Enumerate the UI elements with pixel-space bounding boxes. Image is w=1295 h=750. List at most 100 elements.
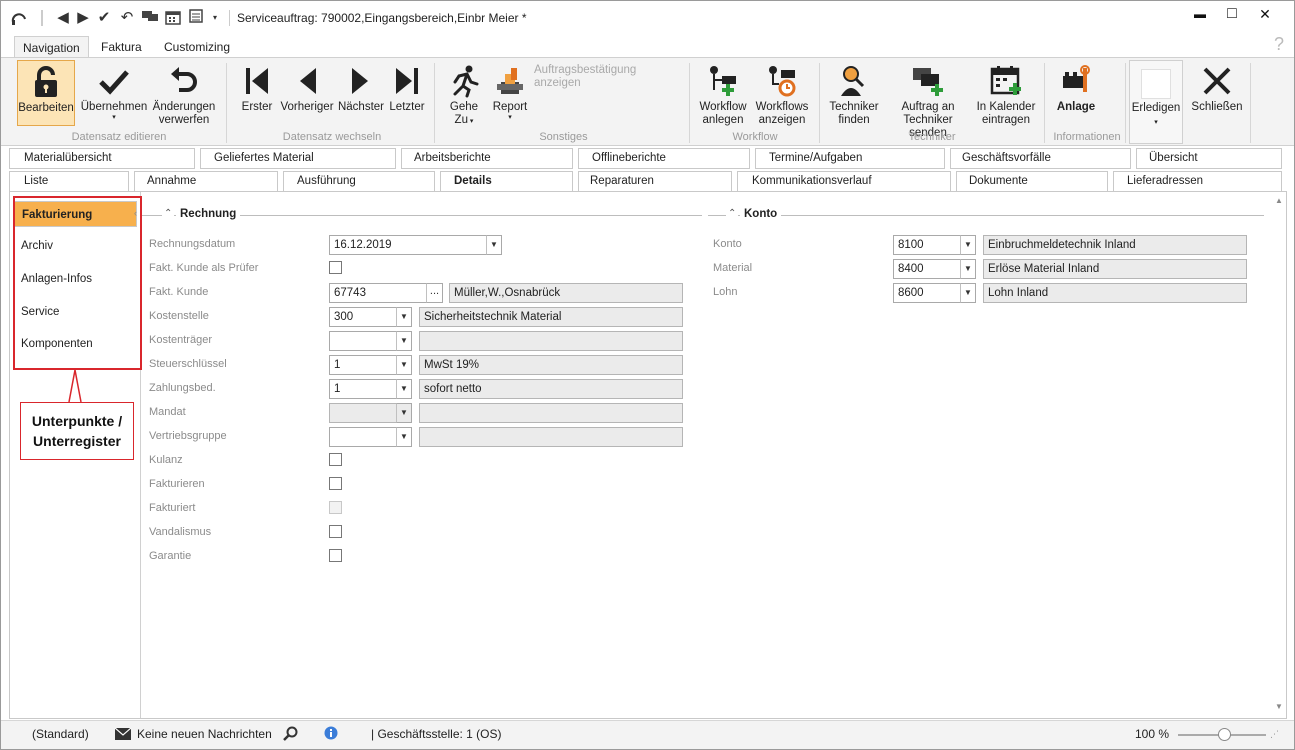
info-icon[interactable] bbox=[324, 726, 338, 743]
tab-dokumente[interactable]: Dokumente bbox=[956, 171, 1108, 192]
minimize-button[interactable]: ▬ bbox=[1191, 5, 1209, 23]
fakt-kunde-pruefer-checkbox[interactable] bbox=[329, 261, 342, 274]
resize-grip-icon[interactable]: ⋰ bbox=[1270, 729, 1279, 740]
anlage-button[interactable]: Anlage bbox=[1053, 60, 1099, 114]
material-field[interactable]: 8400 bbox=[893, 259, 961, 279]
erledigen-button[interactable]: Erledigen ▾ bbox=[1129, 60, 1183, 144]
konto-field[interactable]: 8100 bbox=[893, 235, 961, 255]
steuerschluessel-label: Steuerschlüssel bbox=[149, 358, 227, 370]
erster-button[interactable]: Erster bbox=[239, 60, 275, 114]
vertical-scrollbar[interactable]: ▲ ▼ bbox=[1273, 192, 1286, 718]
letzter-button[interactable]: Letzter bbox=[387, 60, 427, 114]
tab-kommunikationsverlauf[interactable]: Kommunikationsverlauf bbox=[737, 171, 951, 192]
tab-reparaturen[interactable]: Reparaturen bbox=[578, 171, 732, 192]
calendar-icon[interactable] bbox=[164, 9, 182, 27]
tab-offlineberichte[interactable]: Offlineberichte bbox=[578, 148, 750, 169]
kulanz-checkbox[interactable] bbox=[329, 453, 342, 466]
in-kalender-eintragen-button[interactable]: In Kalender eintragen bbox=[975, 60, 1037, 127]
steuerschluessel-field[interactable]: 1 bbox=[329, 355, 397, 375]
workflow-anlegen-button[interactable]: Workflow anlegen bbox=[697, 60, 749, 127]
tab-ausfuehrung[interactable]: Ausführung bbox=[283, 171, 435, 192]
vertriebsgruppe-dropdown-button[interactable]: ▼ bbox=[396, 427, 412, 447]
back-icon[interactable]: ◀ bbox=[56, 9, 70, 27]
erledigen-label: Erledigen bbox=[1131, 102, 1181, 114]
tab-uebersicht[interactable]: Übersicht bbox=[1136, 148, 1282, 169]
subtab-archiv[interactable]: Archiv bbox=[13, 233, 137, 259]
fakt-kunde-lookup-button[interactable]: ... bbox=[426, 283, 443, 303]
garantie-checkbox[interactable] bbox=[329, 549, 342, 562]
close-x-icon bbox=[1200, 64, 1234, 98]
kostentraeger-field[interactable] bbox=[329, 331, 397, 351]
date-dropdown-button[interactable]: ▼ bbox=[486, 235, 502, 255]
tab-navigation[interactable]: Navigation bbox=[14, 36, 89, 58]
vorheriger-label: Vorheriger bbox=[280, 101, 334, 113]
tab-geschaeftsvorfaelle[interactable]: Geschäftsvorfälle bbox=[950, 148, 1131, 169]
auftragsbestaetigung-button[interactable]: Auftragsbestätigung anzeigen bbox=[534, 64, 684, 90]
mandat-dropdown-button[interactable]: ▼ bbox=[396, 403, 412, 423]
checkmark-icon bbox=[97, 64, 131, 98]
search-icon[interactable] bbox=[283, 726, 298, 744]
close-window-button[interactable]: ✕ bbox=[1256, 5, 1274, 23]
messages-icon[interactable] bbox=[141, 9, 159, 27]
fakt-kunde-field[interactable]: 67743 bbox=[329, 283, 427, 303]
lohn-label: Lohn bbox=[713, 286, 738, 298]
save-check-icon[interactable]: ✔ bbox=[96, 9, 112, 27]
vandalismus-checkbox[interactable] bbox=[329, 525, 342, 538]
steuerschluessel-dropdown-button[interactable]: ▼ bbox=[396, 355, 412, 375]
tab-details[interactable]: Details bbox=[440, 171, 573, 192]
tab-label: Lieferadressen bbox=[1127, 175, 1204, 187]
zahlungsbed-dropdown-button[interactable]: ▼ bbox=[396, 379, 412, 399]
tab-faktura[interactable]: Faktura bbox=[93, 36, 150, 58]
kostentraeger-dropdown-button[interactable]: ▼ bbox=[396, 331, 412, 351]
naechster-button[interactable]: Nächster bbox=[337, 60, 385, 114]
kostenstelle-text-field: Sicherheitstechnik Material bbox=[419, 307, 683, 327]
tab-annahme[interactable]: Annahme bbox=[134, 171, 278, 192]
help-icon[interactable]: ? bbox=[1274, 34, 1284, 55]
tab-customizing[interactable]: Customizing bbox=[156, 36, 238, 58]
forward-icon[interactable]: ▶ bbox=[76, 9, 90, 27]
chevron-left-icon: ‹ bbox=[134, 208, 137, 218]
techniker-finden-button[interactable]: Techniker finden bbox=[827, 60, 881, 127]
scroll-down-icon[interactable]: ▼ bbox=[1275, 702, 1283, 711]
undo-icon[interactable]: ↶ bbox=[119, 9, 135, 27]
zoom-slider-thumb[interactable] bbox=[1218, 728, 1231, 741]
tab-materialuebersicht[interactable]: Materialübersicht bbox=[9, 148, 195, 169]
list-icon[interactable] bbox=[188, 9, 204, 27]
rechnungsdatum-field[interactable]: 16.12.2019 bbox=[329, 235, 487, 255]
subtab-anlagen-infos[interactable]: Anlagen-Infos bbox=[13, 266, 137, 292]
gehe-zu-button[interactable]: Gehe Zu ▾ bbox=[445, 60, 483, 128]
workflows-anzeigen-button[interactable]: Workflows anzeigen bbox=[753, 60, 811, 127]
tab-arbeitsberichte[interactable]: Arbeitsberichte bbox=[401, 148, 573, 169]
subtab-service[interactable]: Service bbox=[13, 299, 137, 325]
vertriebsgruppe-field[interactable] bbox=[329, 427, 397, 447]
lohn-field[interactable]: 8600 bbox=[893, 283, 961, 303]
schliessen-button[interactable]: Schließen bbox=[1189, 60, 1245, 114]
bearbeiten-button[interactable]: Bearbeiten bbox=[17, 60, 75, 126]
customize-dropdown-icon[interactable]: ▾ bbox=[209, 9, 221, 27]
kostenstelle-dropdown-button[interactable]: ▼ bbox=[396, 307, 412, 327]
tab-geliefertes-material[interactable]: Geliefertes Material bbox=[200, 148, 396, 169]
zahlungsbed-field[interactable]: 1 bbox=[329, 379, 397, 399]
uebernehmen-button[interactable]: Übernehmen ▾ bbox=[79, 60, 149, 122]
kostenstelle-field[interactable]: 300 bbox=[329, 307, 397, 327]
fakturieren-checkbox[interactable] bbox=[329, 477, 342, 490]
tab-termine-aufgaben[interactable]: Termine/Aufgaben bbox=[755, 148, 945, 169]
maximize-button[interactable]: □ bbox=[1223, 5, 1241, 23]
collapse-chevron-icon[interactable]: ⌃ bbox=[162, 208, 175, 219]
tab-liste[interactable]: Liste bbox=[9, 171, 129, 192]
ribbon-tabs: Navigation Faktura Customizing ? bbox=[1, 34, 1294, 58]
lohn-dropdown-button[interactable]: ▼ bbox=[960, 283, 976, 303]
material-dropdown-button[interactable]: ▼ bbox=[960, 259, 976, 279]
tab-lieferadressen[interactable]: Lieferadressen bbox=[1113, 171, 1282, 192]
konto-dropdown-button[interactable]: ▼ bbox=[960, 235, 976, 255]
auftrag-an-techniker-senden-button[interactable]: Auftrag an Techniker senden bbox=[883, 60, 973, 140]
subtab-fakturierung[interactable]: Fakturierung bbox=[13, 201, 137, 227]
report-button[interactable]: Report ▾ bbox=[488, 60, 532, 122]
scroll-up-icon[interactable]: ▲ bbox=[1275, 196, 1283, 205]
vorheriger-button[interactable]: Vorheriger bbox=[279, 60, 335, 114]
aenderungen-verwerfen-button[interactable]: Änderungen verwerfen bbox=[151, 60, 217, 127]
app-logo-icon[interactable] bbox=[9, 9, 29, 27]
subtab-komponenten[interactable]: Komponenten bbox=[13, 331, 137, 357]
collapse-chevron-icon[interactable]: ⌃ bbox=[726, 208, 739, 219]
separator bbox=[1125, 63, 1126, 143]
